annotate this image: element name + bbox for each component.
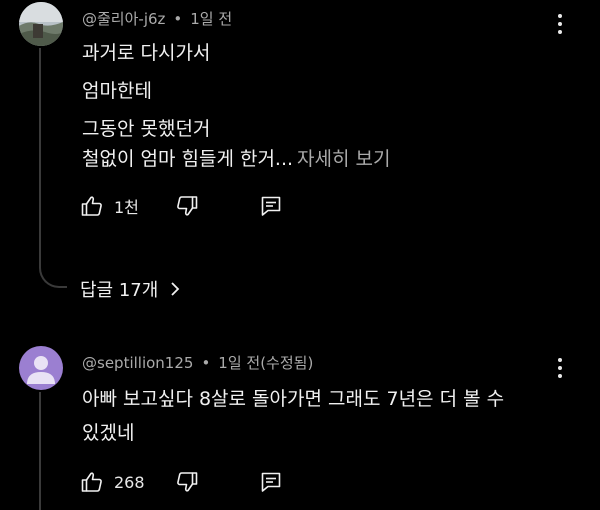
thread-line (39, 48, 41, 240)
more-vertical-icon[interactable] (550, 10, 570, 38)
like-count: 1천 (114, 198, 139, 217)
replies-count: 답글 17개 (80, 280, 159, 301)
thumbs-up-icon (81, 196, 102, 216)
reply-icon (261, 472, 281, 492)
thumbs-down-icon (177, 196, 198, 216)
reply-icon (261, 196, 281, 216)
comment-text: 그동안 못했던거 (82, 118, 211, 140)
timestamp[interactable]: 1일 전(수정됨) (218, 354, 313, 372)
comment-meta: @줄리아-j6z • 1일 전 (82, 10, 233, 28)
thumbs-down-icon (177, 472, 198, 492)
thread-connector (39, 238, 67, 288)
comment-text: 철없이 엄마 힘들게 한거... (82, 148, 294, 170)
reply-button[interactable] (259, 194, 283, 218)
thread-line (39, 392, 41, 510)
comment-meta: @septillion125 • 1일 전(수정됨) (82, 354, 314, 372)
avatar[interactable] (19, 346, 63, 390)
thumbs-up-icon (81, 472, 102, 492)
reply-button[interactable] (259, 470, 283, 494)
dislike-button[interactable] (175, 194, 199, 218)
chevron-right-icon (171, 282, 180, 296)
comment-text: 있겠네 (82, 422, 135, 444)
comment-text: 엄마한테 (82, 80, 152, 102)
comment-text-last: 철없이 엄마 힘들게 한거... 자세히 보기 (82, 144, 391, 171)
author-name[interactable]: @septillion125 (82, 354, 193, 372)
view-replies-button[interactable]: 답글 17개 (80, 276, 182, 302)
timestamp[interactable]: 1일 전 (190, 10, 232, 28)
more-vertical-icon[interactable] (550, 354, 570, 382)
author-name[interactable]: @줄리아-j6z (82, 10, 165, 28)
like-button[interactable]: 268 (80, 470, 145, 494)
avatar[interactable] (19, 2, 63, 46)
dislike-button[interactable] (175, 470, 199, 494)
read-more-link[interactable]: 자세히 보기 (297, 148, 390, 170)
comment-text: 과거로 다시가서 (82, 42, 211, 64)
like-button[interactable]: 1천 (80, 194, 139, 218)
comment-text: 아빠 보고싶다 8살로 돌아가면 그래도 7년은 더 볼 수 (82, 388, 505, 410)
like-count: 268 (114, 472, 145, 492)
